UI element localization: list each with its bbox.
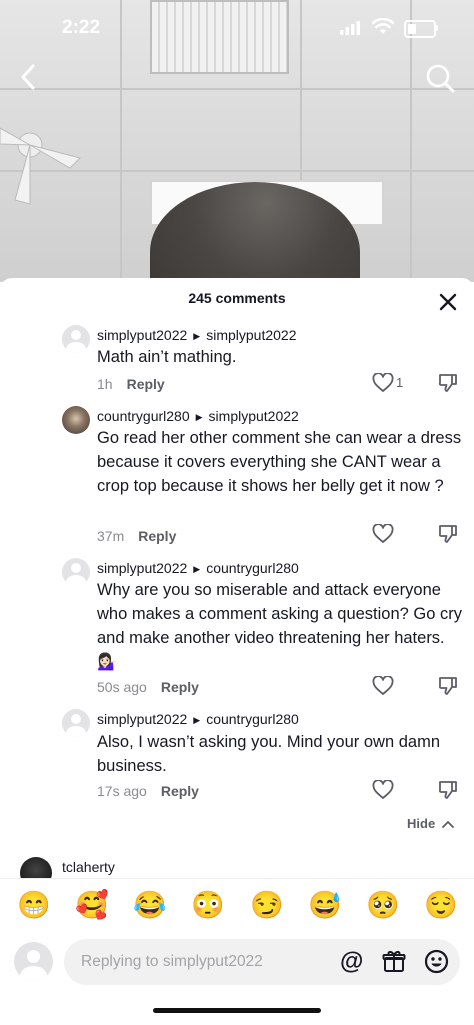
- dislike-icon[interactable]: [438, 373, 458, 393]
- clock: 2:22: [62, 17, 101, 38]
- reply-to-user[interactable]: simplyput2022: [206, 327, 296, 343]
- back-chevron-icon[interactable]: [14, 62, 44, 92]
- comment-author[interactable]: simplyput2022: [97, 560, 187, 576]
- comment-author[interactable]: simplyput2022: [97, 327, 187, 343]
- hide-replies-button[interactable]: Hide: [407, 816, 454, 831]
- dislike-icon[interactable]: [438, 524, 458, 544]
- heart-icon[interactable]: [372, 676, 394, 696]
- battery-cap: [435, 25, 438, 31]
- avatar[interactable]: [62, 406, 90, 434]
- wifi-icon: [372, 18, 394, 34]
- avatar[interactable]: [62, 709, 90, 737]
- comment-author-line: countrygurl280 ▶ simplyput2022: [97, 408, 299, 424]
- avatar[interactable]: [62, 558, 90, 586]
- comment-text: Also, I wasn’t asking you. Mind your own…: [97, 733, 440, 775]
- reply-arrow-icon: ▶: [193, 564, 201, 574]
- comment-time: 1h: [97, 376, 113, 392]
- comment-author-line: simplyput2022 ▶ simplyput2022: [97, 327, 296, 343]
- comment-time: 50s ago: [97, 679, 147, 695]
- comments-sheet: 245 comments simplyput2022 ▶ simplyput2022…: [0, 278, 474, 1025]
- comment-meta: 17s ago Reply: [97, 783, 199, 799]
- reply-to-user[interactable]: countrygurl280: [206, 560, 299, 576]
- comment-meta: 37m Reply: [97, 528, 176, 544]
- search-icon[interactable]: [424, 62, 456, 94]
- like-count: 1: [396, 375, 404, 390]
- comment-author-line: simplyput2022 ▶ countrygurl280: [97, 560, 299, 576]
- reply-arrow-icon: ▶: [193, 715, 201, 725]
- gift-icon[interactable]: [382, 949, 406, 973]
- comment-meta: 1h Reply: [97, 376, 165, 392]
- reply-button[interactable]: Reply: [138, 528, 176, 544]
- emoji-button[interactable]: 😅: [308, 890, 342, 920]
- comment-time: 17s ago: [97, 783, 147, 799]
- comments-count-title: 245 comments: [188, 290, 286, 306]
- emoji-button[interactable]: 😏: [250, 890, 284, 920]
- emoji-button[interactable]: 😂: [133, 890, 167, 920]
- reply-arrow-icon: ▶: [193, 331, 201, 341]
- avatar: [14, 942, 53, 981]
- comment-text: Why are you so miserable and attack ever…: [97, 581, 463, 671]
- reply-button[interactable]: Reply: [161, 679, 199, 695]
- comment-author[interactable]: simplyput2022: [97, 711, 187, 727]
- cellular-signal-icon: [340, 21, 360, 35]
- emoji-button[interactable]: 🥰: [75, 890, 109, 920]
- home-indicator: [153, 1008, 321, 1013]
- reply-button[interactable]: Reply: [127, 376, 165, 392]
- emoji-button[interactable]: 🥺: [366, 890, 400, 920]
- close-icon[interactable]: [437, 291, 459, 313]
- comment-time: 37m: [97, 528, 125, 544]
- emoji-picker-icon[interactable]: [424, 949, 449, 974]
- reply-to-user[interactable]: simplyput2022: [209, 408, 299, 424]
- comment-author-line: simplyput2022 ▶ countrygurl280: [97, 711, 299, 727]
- emoji-button[interactable]: 😌: [424, 890, 458, 920]
- mention-button[interactable]: @: [340, 950, 363, 974]
- battery-icon: [404, 20, 436, 38]
- emoji-button[interactable]: 😁: [17, 890, 51, 920]
- reply-arrow-icon: ▶: [195, 412, 203, 422]
- ceiling-fan: [0, 127, 81, 205]
- comment-author[interactable]: tclaherty: [62, 859, 115, 875]
- dislike-icon[interactable]: [438, 676, 458, 696]
- heart-icon[interactable]: [372, 373, 394, 393]
- heart-icon[interactable]: [372, 524, 394, 544]
- emoji-quick-bar: 😁 🥰 😂 😳 😏 😅 🥺 😌: [0, 878, 474, 935]
- chevron-up-icon: [441, 820, 454, 828]
- dislike-icon[interactable]: [438, 780, 458, 800]
- comment-input-row: Replying to simplyput2022 @: [0, 934, 474, 994]
- comment-author[interactable]: countrygurl280: [97, 408, 190, 424]
- avatar[interactable]: [62, 325, 90, 353]
- heart-icon[interactable]: [372, 780, 394, 800]
- reply-button[interactable]: Reply: [161, 783, 199, 799]
- comment-input-placeholder[interactable]: Replying to simplyput2022: [81, 953, 263, 971]
- comment-text: Go read her other comment she can wear a…: [97, 429, 462, 495]
- emoji-button[interactable]: 😳: [191, 890, 225, 920]
- ceiling-tile-line: [0, 88, 474, 90]
- comment-text: Math ain’t mathing.: [97, 348, 237, 366]
- reply-to-user[interactable]: countrygurl280: [206, 711, 299, 727]
- comment-meta: 50s ago Reply: [97, 679, 199, 695]
- hide-label: Hide: [407, 816, 436, 831]
- status-bar: 2:22: [0, 0, 474, 56]
